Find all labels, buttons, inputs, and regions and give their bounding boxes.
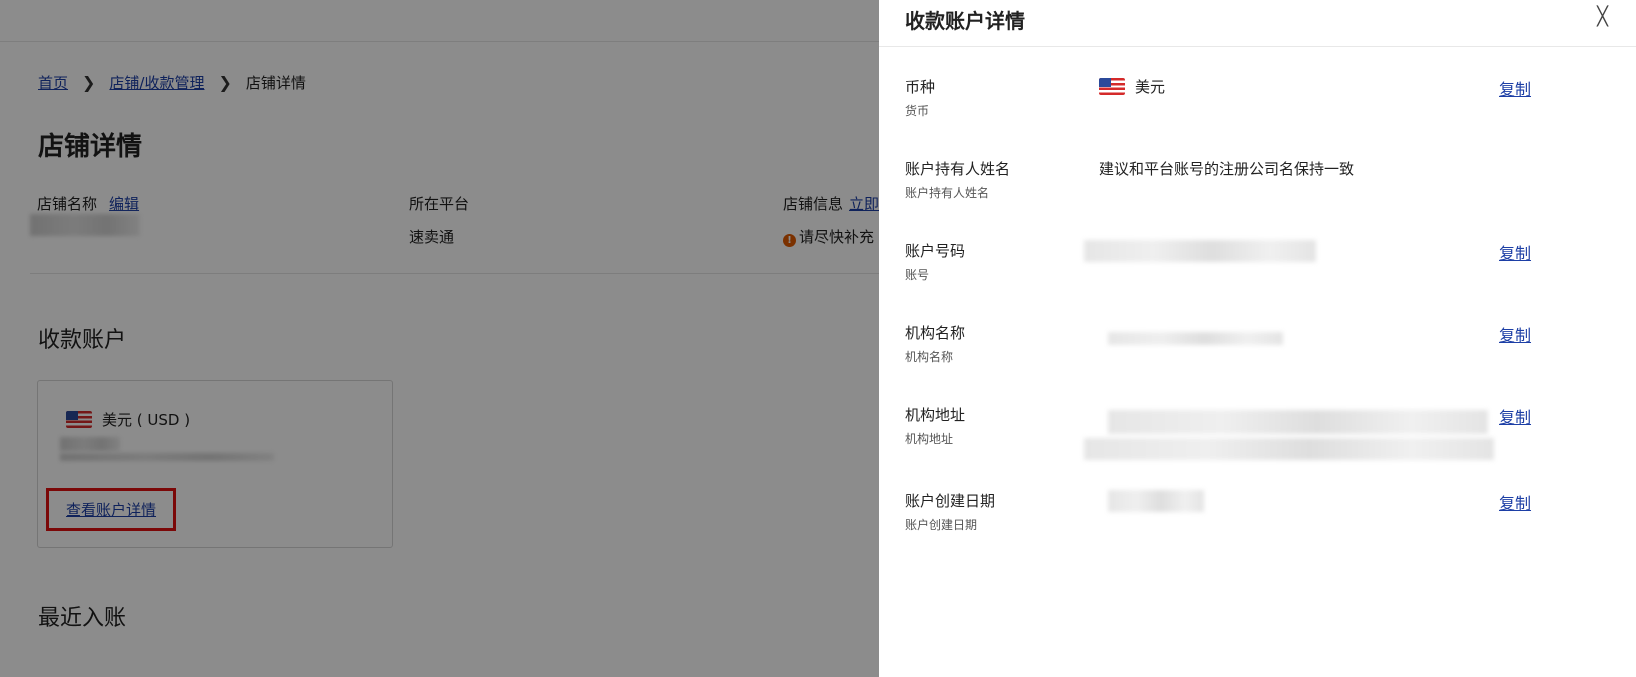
us-flag-icon [1099, 78, 1125, 95]
holder-name-sublabel: 账户持有人姓名 [905, 186, 990, 200]
created-date-value-redacted [1108, 490, 1204, 512]
created-date-label: 账户创建日期 [905, 492, 996, 510]
holder-name-hint: 建议和平台账号的注册公司名保持一致 [1099, 160, 1355, 178]
institution-name-value-redacted [1108, 332, 1283, 345]
currency-sublabel: 货币 [905, 104, 930, 118]
drawer-title: 收款账户详情 [905, 9, 1025, 33]
account-number-sublabel: 账号 [905, 268, 930, 282]
institution-name-row: 机构名称 机构名称 复制 [879, 322, 1636, 382]
copy-institution-address-button[interactable]: 复制 [1499, 404, 1531, 428]
created-date-sublabel: 账户创建日期 [905, 518, 978, 532]
institution-name-label: 机构名称 [905, 324, 966, 342]
created-date-row: 账户创建日期 账户创建日期 复制 [879, 490, 1636, 550]
institution-address-row: 机构地址 机构地址 复制 [879, 404, 1636, 464]
copy-currency-button[interactable]: 复制 [1499, 76, 1531, 100]
institution-address-value-redacted-line-2 [1084, 438, 1494, 460]
institution-name-sublabel: 机构名称 [905, 350, 954, 364]
drawer-header: 收款账户详情 ╳ [879, 0, 1636, 47]
copy-institution-name-button[interactable]: 复制 [1499, 322, 1531, 346]
currency-value-text: 美元 [1135, 78, 1166, 96]
currency-row: 币种 货币 美元 复制 [879, 76, 1636, 136]
institution-address-label: 机构地址 [905, 406, 966, 424]
copy-account-number-button[interactable]: 复制 [1499, 240, 1531, 264]
account-number-label: 账户号码 [905, 242, 966, 260]
account-number-row: 账户号码 账号 复制 [879, 240, 1636, 300]
close-icon[interactable]: ╳ [1597, 6, 1608, 27]
account-details-drawer: 收款账户详情 ╳ 币种 货币 美元 复制 账户持有人姓名 账户持有人姓名 建议和… [879, 0, 1636, 677]
account-number-value-redacted [1084, 240, 1316, 262]
holder-name-row: 账户持有人姓名 账户持有人姓名 建议和平台账号的注册公司名保持一致 [879, 158, 1636, 218]
holder-name-label: 账户持有人姓名 [905, 160, 1011, 178]
currency-label: 币种 [905, 78, 936, 96]
copy-created-date-button[interactable]: 复制 [1499, 490, 1531, 514]
institution-address-value-redacted-line-1 [1108, 410, 1488, 434]
institution-address-sublabel: 机构地址 [905, 432, 954, 446]
currency-value: 美元 [1099, 76, 1165, 97]
